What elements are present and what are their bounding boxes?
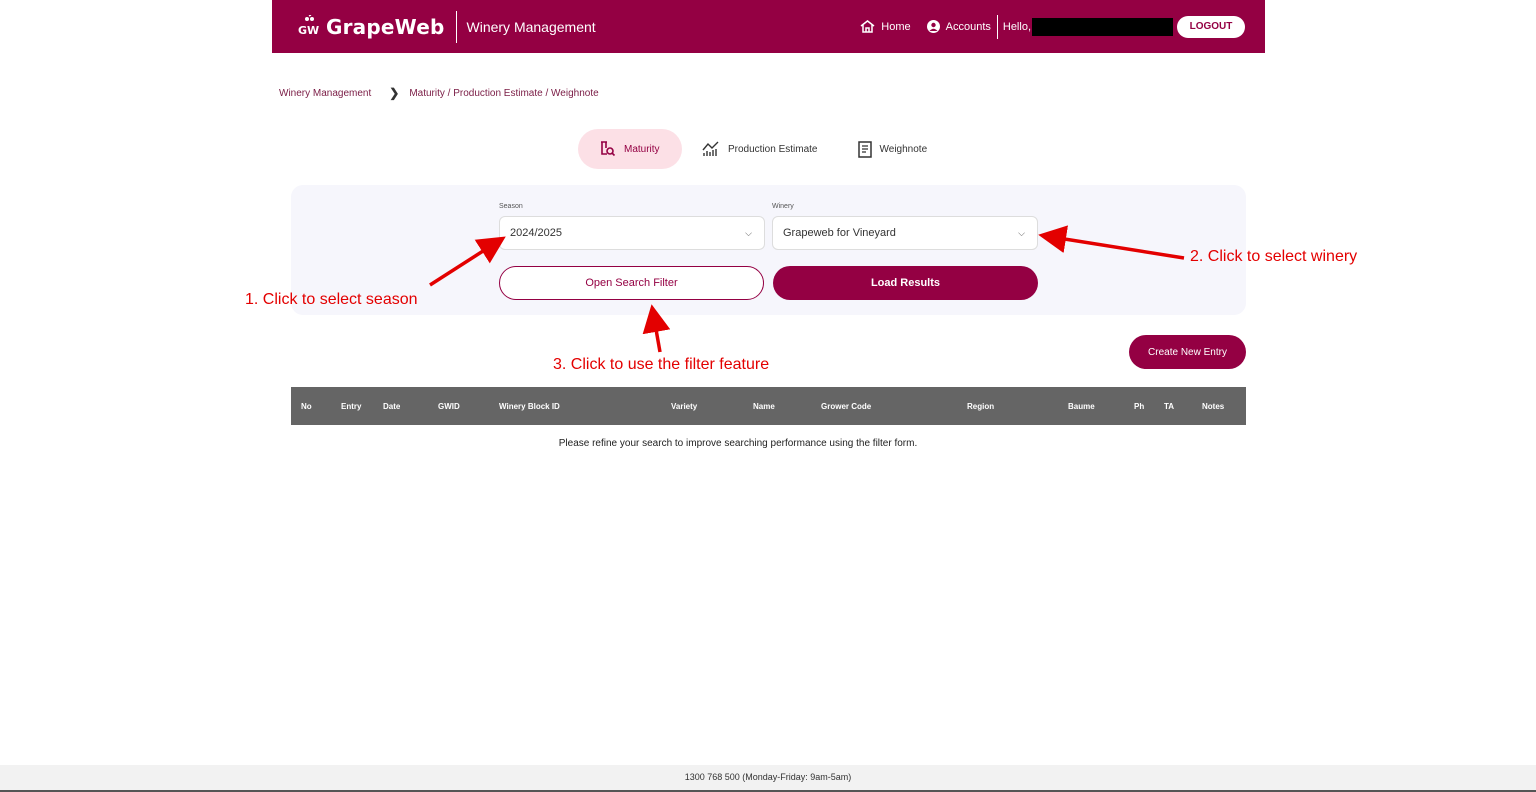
- col-header[interactable]: Notes: [1202, 402, 1224, 411]
- open-search-filter-button[interactable]: Open Search Filter: [499, 266, 764, 300]
- chart-line-icon: [702, 141, 719, 156]
- col-header[interactable]: Region: [967, 402, 994, 411]
- flask-search-icon: [601, 141, 616, 157]
- nav-home[interactable]: Home: [860, 20, 911, 33]
- header-right: Home Accounts Hello, LOGOUT: [844, 14, 1245, 39]
- load-results-button[interactable]: Load Results: [773, 266, 1038, 300]
- filter-panel: Season 2024/2025 ⌵ Winery Grapeweb for V…: [291, 185, 1246, 315]
- col-header[interactable]: Date: [383, 402, 400, 411]
- annotation-filter: 3. Click to use the filter feature: [553, 356, 770, 373]
- header-divider: [455, 10, 457, 43]
- top-header: GW GrapeWeb Winery Management Home Accou…: [272, 0, 1265, 53]
- annotation-season: 1. Click to select season: [245, 291, 418, 308]
- col-header[interactable]: Grower Code: [821, 402, 871, 411]
- col-header[interactable]: Baume: [1068, 402, 1095, 411]
- tab-maturity[interactable]: Maturity: [578, 129, 682, 169]
- tab-production-estimate-label: Production Estimate: [728, 143, 818, 155]
- chevron-down-icon: ⌵: [1018, 228, 1025, 238]
- greeting: Hello,: [1002, 17, 1173, 36]
- col-header[interactable]: Name: [753, 402, 775, 411]
- arrow-to-filter: [642, 304, 671, 353]
- breadcrumb-root[interactable]: Winery Management: [279, 88, 371, 99]
- col-header[interactable]: Ph: [1134, 402, 1144, 411]
- chevron-down-icon: ⌵: [745, 228, 752, 238]
- col-header[interactable]: Entry: [341, 402, 361, 411]
- annotation-winery: 2. Click to select winery: [1190, 248, 1358, 265]
- tab-weighnote[interactable]: Weighnote: [857, 129, 928, 169]
- empty-results-message: Please refine your search to improve sea…: [558, 438, 918, 449]
- app-name: Winery Management: [466, 18, 596, 35]
- tab-weighnote-label: Weighnote: [879, 143, 928, 155]
- results-table-header: No Entry Date GWID Winery Block ID Varie…: [291, 387, 1246, 425]
- col-header[interactable]: GWID: [438, 402, 460, 411]
- season-select[interactable]: 2024/2025 ⌵: [499, 216, 765, 250]
- logo[interactable]: GW GrapeWeb: [298, 13, 445, 39]
- logo-text: GrapeWeb: [326, 14, 445, 39]
- header-divider-2: [996, 14, 998, 39]
- user-circle-icon: [926, 20, 940, 33]
- app-root: GW GrapeWeb Winery Management Home Accou…: [0, 0, 1536, 792]
- breadcrumb-current: Maturity / Production Estimate / Weighno…: [409, 87, 599, 99]
- chevron-right-icon: ❯: [389, 86, 400, 100]
- season-value: 2024/2025: [510, 227, 562, 239]
- nav-accounts[interactable]: Accounts: [926, 20, 991, 33]
- greeting-text: Hello,: [1002, 20, 1031, 33]
- col-header[interactable]: No: [301, 402, 312, 411]
- logo-mark-text: GW: [298, 23, 320, 37]
- logout-button[interactable]: LOGOUT: [1177, 15, 1245, 38]
- module-tabs: Maturity Production Estimate Weighnote: [578, 129, 927, 169]
- winery-select[interactable]: Grapeweb for Vineyard ⌵: [772, 216, 1038, 250]
- grape-logo-icon: GW: [298, 13, 322, 39]
- col-header[interactable]: TA: [1164, 402, 1174, 411]
- winery-label: Winery: [772, 203, 794, 210]
- col-header[interactable]: Winery Block ID: [499, 402, 560, 411]
- nav-home-label: Home: [881, 20, 911, 33]
- tab-maturity-label: Maturity: [624, 143, 660, 155]
- col-header[interactable]: Variety: [671, 402, 697, 411]
- redacted-username: [1032, 17, 1173, 36]
- create-new-entry-button[interactable]: Create New Entry: [1129, 335, 1246, 369]
- home-icon: [860, 20, 875, 33]
- tab-production-estimate[interactable]: Production Estimate: [702, 129, 818, 169]
- footer: 1300 768 500 (Monday-Friday: 9am-5am): [0, 765, 1536, 790]
- season-label: Season: [499, 203, 523, 210]
- breadcrumb: Winery Management ❯ Maturity / Productio…: [279, 86, 599, 100]
- nav-accounts-label: Accounts: [945, 20, 991, 33]
- winery-value: Grapeweb for Vineyard: [783, 227, 896, 239]
- document-icon: [857, 140, 872, 158]
